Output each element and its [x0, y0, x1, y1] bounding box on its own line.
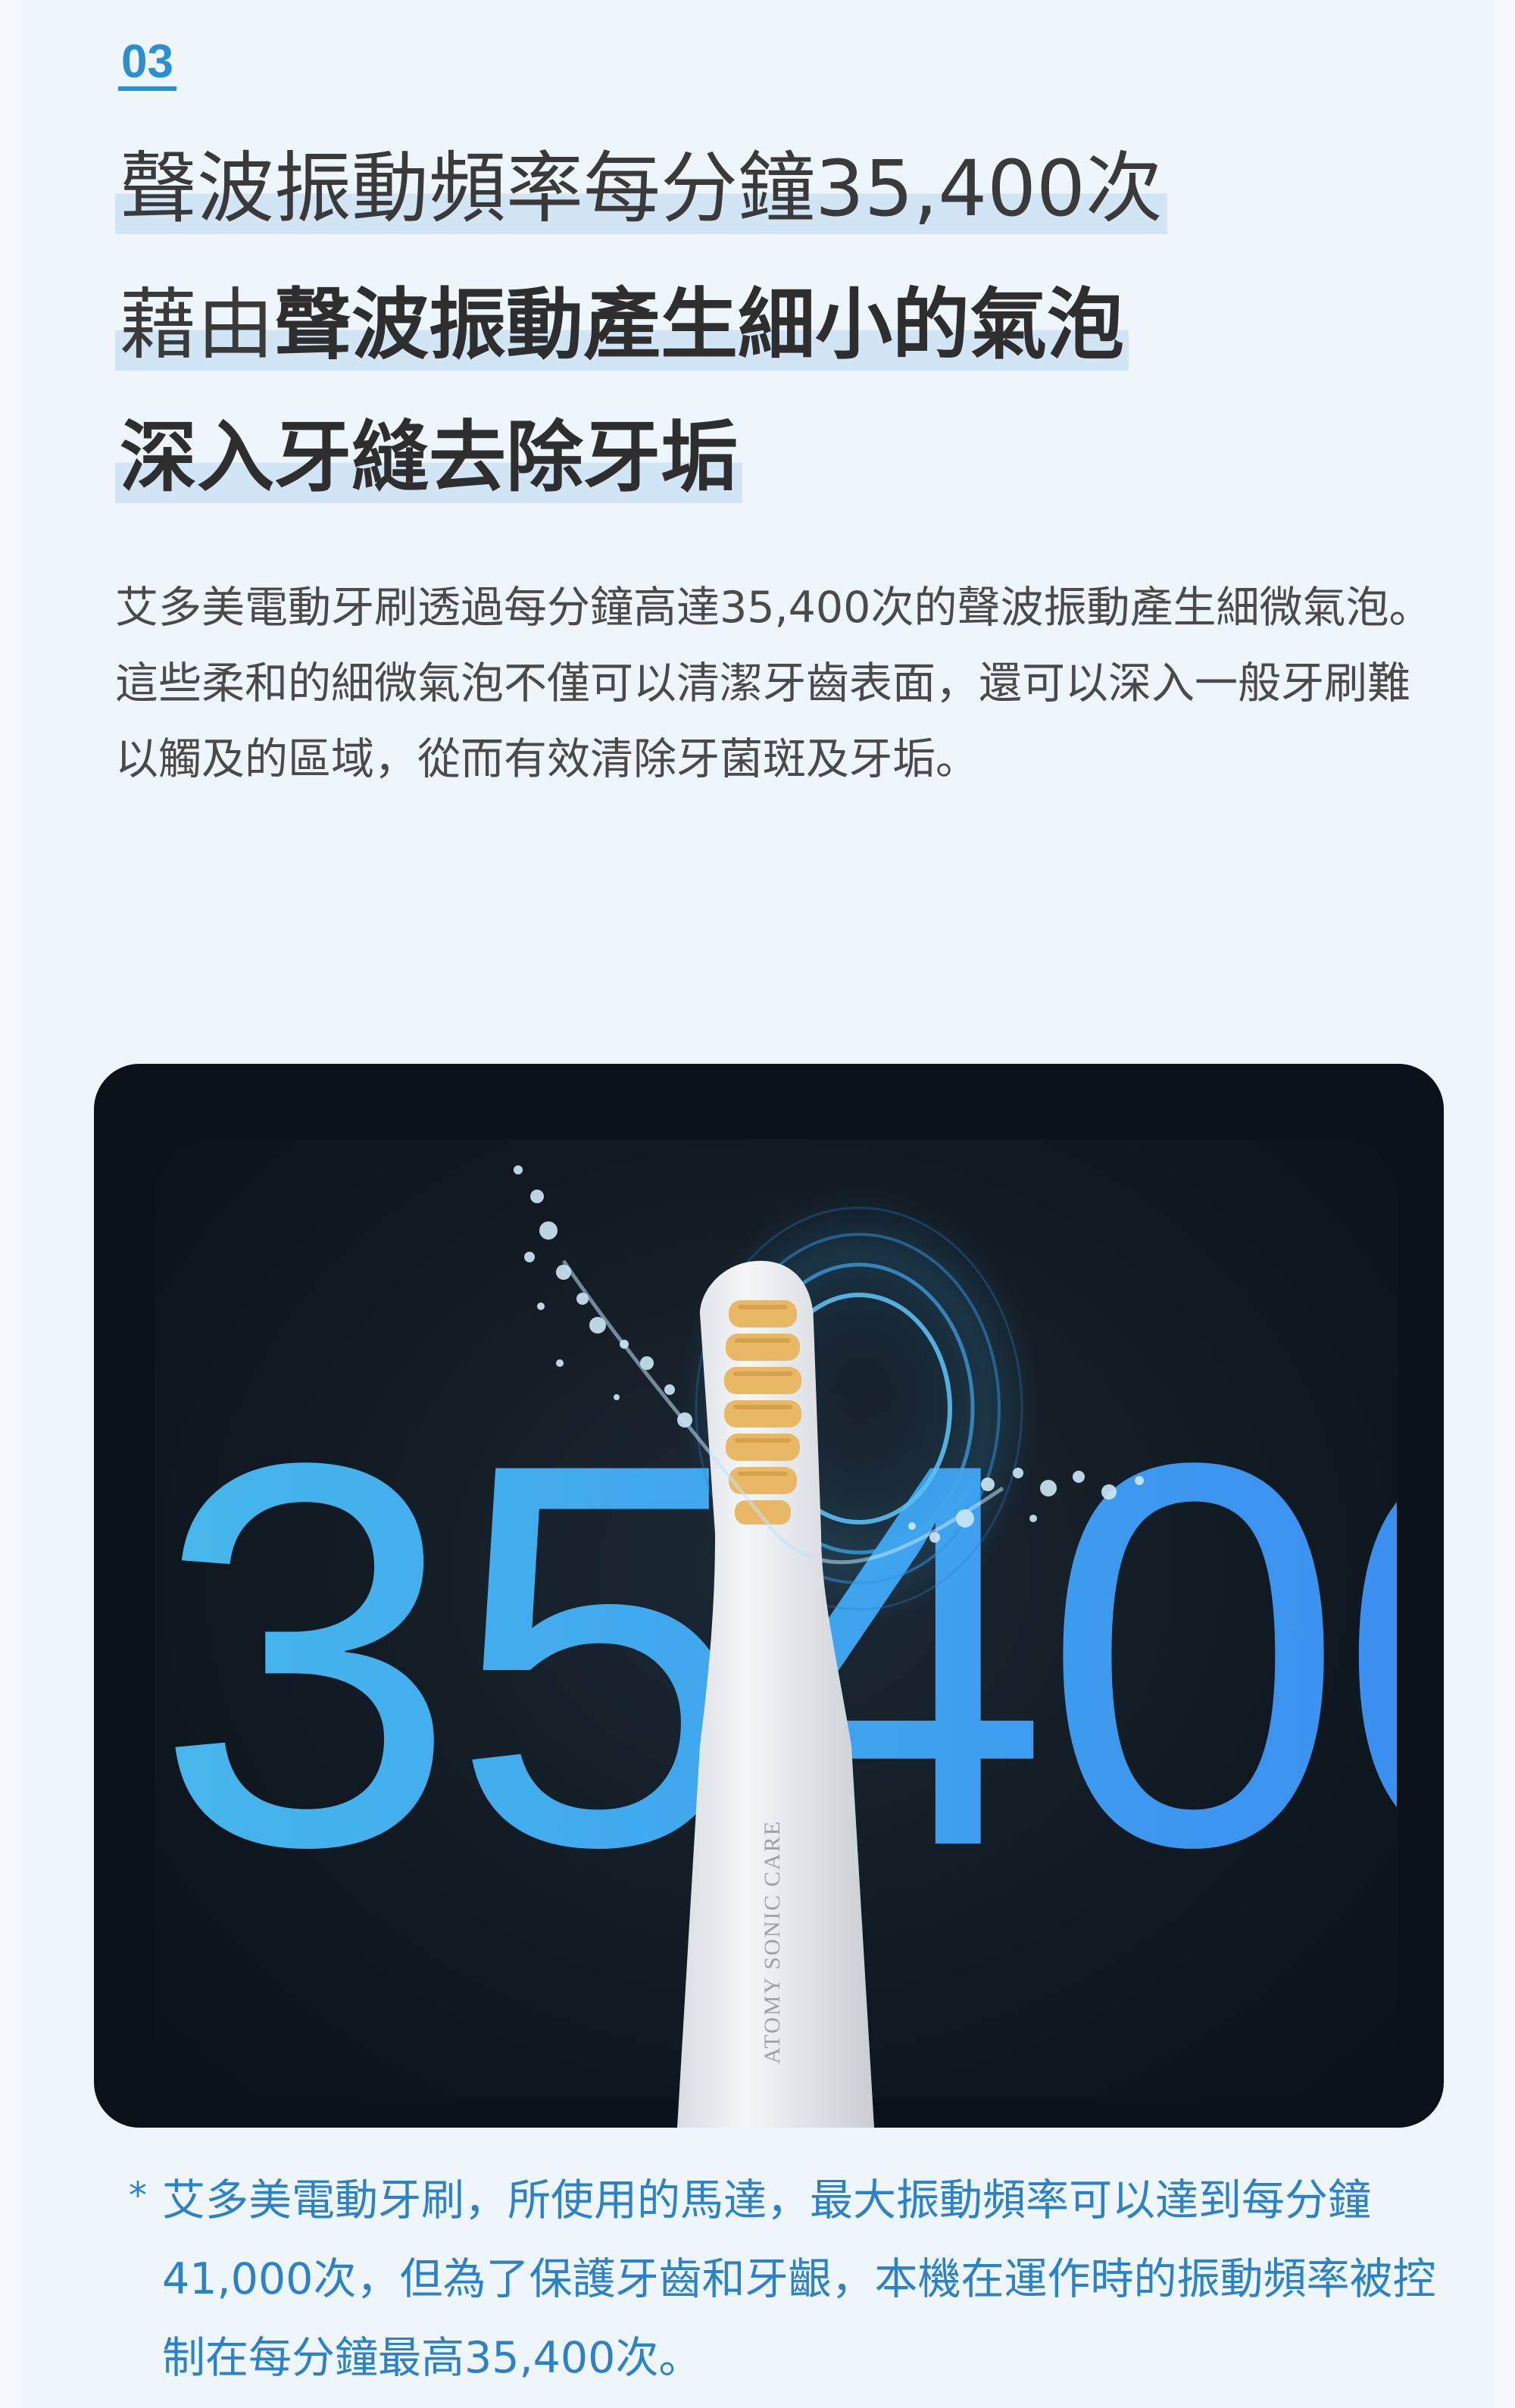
footnote-text: 艾多美電動牙刷，所使用的馬達，最大振動頻率可以達到每分鐘41,000次，但為了保…	[162, 2175, 1436, 2383]
footnote: * 艾多美電動牙刷，所使用的馬達，最大振動頻率可以達到每分鐘41,000次，但為…	[129, 2161, 1450, 2397]
headline-line-3: 深入牙縫去除牙垢	[115, 413, 742, 504]
headline-line-2-prefix: 藉由	[120, 280, 274, 371]
hero-image: 35400	[94, 1064, 1444, 2128]
headline-line-2: 藉由聲波振動產生細小的氣泡	[115, 280, 1129, 371]
headline-line-1-text: 聲波振動頻率每分鐘35,400次	[115, 144, 1167, 234]
headline-line-3-bold: 深入牙縫去除牙垢	[115, 413, 742, 503]
body-paragraph: 艾多美電動牙刷透過每分鐘高達35,400次的聲波振動產生細微氣泡。這些柔和的細微…	[115, 583, 1432, 784]
headline-line-2-highlight: 藉由聲波振動產生細小的氣泡	[115, 280, 1129, 371]
headline-line-2-bold: 聲波振動產生細小的氣泡	[274, 280, 1124, 371]
toothbrush-illustration: ATOMY SONIC CARE	[514, 1165, 1144, 2128]
footnote-star: *	[129, 2175, 147, 2217]
brush-label: ATOMY SONIC CARE	[760, 1820, 785, 2064]
bristles	[724, 1300, 801, 1525]
headline-line-1: 聲波振動頻率每分鐘35,400次	[115, 144, 1167, 235]
section-number: 03	[118, 38, 176, 91]
